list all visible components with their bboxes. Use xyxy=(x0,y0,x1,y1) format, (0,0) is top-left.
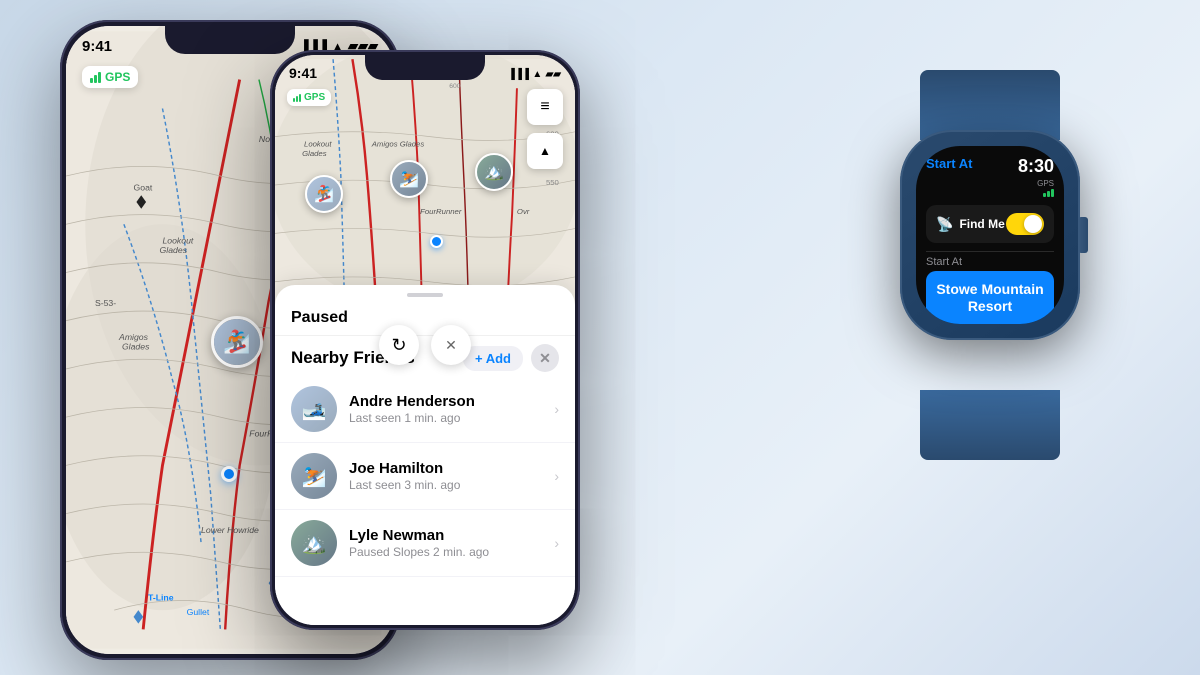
map-controls-row: ↻ ✕ xyxy=(275,325,575,365)
svg-text:Goat: Goat xyxy=(134,182,153,192)
svg-text:Amigos Glades: Amigos Glades xyxy=(371,139,425,148)
watch-ui: Start At 8:30 GPS 📡 Find Me xyxy=(916,146,1064,324)
front-phone-time: 9:41 xyxy=(289,65,317,81)
svg-text:Lookout: Lookout xyxy=(304,139,332,148)
signal-icon: ▐▐▐ xyxy=(508,69,529,80)
friend-status-0: Last seen 1 min. ago xyxy=(349,411,542,425)
watch-gps-label: GPS xyxy=(1018,179,1054,188)
watch-crown xyxy=(1078,217,1088,253)
friend-name-1: Joe Hamilton xyxy=(349,460,542,477)
friend-chevron-1: › xyxy=(554,468,559,484)
gps-signal xyxy=(90,72,101,83)
friend-avatar-2: 🏔️ xyxy=(291,520,337,566)
wifi-icon: ▲ xyxy=(532,69,542,80)
sheet-handle xyxy=(407,293,443,297)
friend-row-2[interactable]: 🏔️ Lyle Newman Paused Slopes 2 min. ago … xyxy=(275,510,575,577)
friend-info-0: Andre Henderson Last seen 1 min. ago xyxy=(349,393,542,425)
svg-text:Gullet: Gullet xyxy=(187,607,210,617)
watch-find-me-toggle[interactable] xyxy=(1006,213,1044,235)
watch-bar1 xyxy=(1043,193,1046,197)
svg-text:T-Line: T-Line xyxy=(148,592,174,602)
front-avatar-3: 🏔️ xyxy=(475,153,513,191)
friend-name-0: Andre Henderson xyxy=(349,393,542,410)
battery-icon: ▰▰ xyxy=(546,69,561,80)
svg-text:FourRunner: FourRunner xyxy=(420,207,462,216)
watch-start-at-label: Start At xyxy=(926,256,1054,268)
svg-text:Glades: Glades xyxy=(160,245,188,255)
watch-header: Start At 8:30 GPS xyxy=(926,156,1054,197)
close-map-btn[interactable]: ✕ xyxy=(431,325,471,365)
front-gps-label: GPS xyxy=(304,92,325,103)
friend-avatar-0: 🎿 xyxy=(291,386,337,432)
front-user-dot xyxy=(430,235,443,248)
bar3 xyxy=(98,72,101,83)
svg-text:Glades: Glades xyxy=(122,342,150,352)
compass-btn[interactable]: ▲ xyxy=(527,133,563,169)
watch-bar3 xyxy=(1051,189,1054,197)
watch-find-me-label: 📡 Find Me xyxy=(936,216,1005,233)
svg-text:Ovr: Ovr xyxy=(517,207,530,216)
watch-time-area: 8:30 GPS xyxy=(1018,156,1054,197)
bar2 xyxy=(94,75,97,83)
watch-screen: Start At 8:30 GPS 📡 Find Me xyxy=(916,146,1064,324)
front-avatar-1: 🏂 xyxy=(305,175,343,213)
reload-btn[interactable]: ↻ xyxy=(379,325,419,365)
gps-label: GPS xyxy=(105,70,130,84)
watch-resort-btn[interactable]: Stowe Mountain Resort xyxy=(926,271,1054,324)
watch-case: Start At 8:30 GPS 📡 Find Me xyxy=(900,130,1080,340)
front-phone-map: Lookout Glades Amigos Glades FourRunner … xyxy=(275,55,575,315)
friend-row-0[interactable]: 🎿 Andre Henderson Last seen 1 min. ago › xyxy=(275,376,575,443)
avatar-marker-1: 🏂 xyxy=(211,316,263,368)
user-location-dot xyxy=(221,466,237,482)
watch-gps-bars xyxy=(1018,189,1054,197)
svg-text:Amigos: Amigos xyxy=(118,332,149,342)
friend-chevron-0: › xyxy=(554,401,559,417)
front-avatar-2: ⛷️ xyxy=(390,160,428,198)
friend-status-2: Paused Slopes 2 min. ago xyxy=(349,545,542,559)
watch-band-bottom xyxy=(920,390,1060,460)
friend-row-1[interactable]: ⛷️ Joe Hamilton Last seen 3 min. ago › xyxy=(275,443,575,510)
watch-divider xyxy=(926,251,1054,252)
friend-info-2: Lyle Newman Paused Slopes 2 min. ago xyxy=(349,527,542,559)
map-menu-btn[interactable]: ≡ xyxy=(527,89,563,125)
front-gps-badge: GPS xyxy=(287,89,331,106)
find-me-text: Find Me xyxy=(959,217,1004,231)
front-status-icons: ▐▐▐ ▲ ▰▰ xyxy=(508,66,561,80)
back-phone-time: 9:41 xyxy=(82,38,112,55)
svg-text:Lookout: Lookout xyxy=(162,236,193,246)
front-phone-status-bar: 9:41 ▐▐▐ ▲ ▰▰ xyxy=(289,60,561,85)
bar1 xyxy=(90,78,93,83)
watch-find-me-row: 📡 Find Me xyxy=(926,205,1054,243)
svg-text:Glades: Glades xyxy=(302,149,327,158)
back-phone-gps-badge: GPS xyxy=(82,66,138,88)
apple-watch: Start At 8:30 GPS 📡 Find Me xyxy=(880,130,1100,400)
friend-name-2: Lyle Newman xyxy=(349,527,542,544)
watch-title: Start At xyxy=(926,156,972,171)
signal-broadcast-icon: 📡 xyxy=(936,216,953,233)
friend-avatar-1: ⛷️ xyxy=(291,453,337,499)
svg-text:S-53-: S-53- xyxy=(95,298,116,308)
svg-text:550: 550 xyxy=(546,178,559,187)
friend-info-1: Joe Hamilton Last seen 3 min. ago xyxy=(349,460,542,492)
front-phone: 9:41 ▐▐▐ ▲ ▰▰ xyxy=(270,50,580,630)
friend-chevron-2: › xyxy=(554,535,559,551)
watch-toggle-knob xyxy=(1024,215,1042,233)
watch-bar2 xyxy=(1047,191,1050,197)
svg-text:Lower Howride: Lower Howride xyxy=(201,525,259,535)
watch-time: 8:30 xyxy=(1018,156,1054,177)
friend-status-1: Last seen 3 min. ago xyxy=(349,478,542,492)
